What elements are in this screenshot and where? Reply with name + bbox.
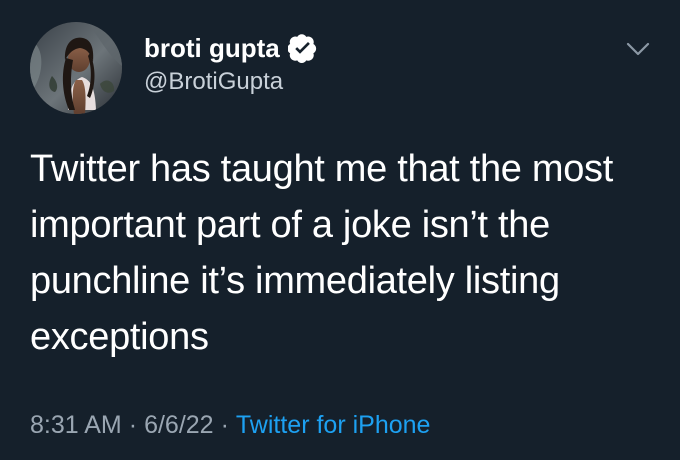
author-handle[interactable]: @BrotiGupta [144, 68, 283, 96]
verified-badge-icon [287, 33, 318, 63]
metadata-separator: · [128, 410, 138, 439]
tweet-time[interactable]: 8:31 AM [30, 411, 122, 440]
author-display-name[interactable]: broti gupta [144, 33, 280, 64]
profile-avatar[interactable] [30, 22, 122, 114]
tweet-text: Twitter has taught me that the most impo… [30, 148, 614, 358]
tweet-card[interactable]: broti gupta @BrotiGupta Twitter has taug… [0, 0, 680, 460]
chevron-down-icon [626, 42, 650, 56]
tweet-more-menu-button[interactable] [616, 32, 660, 66]
tweet-metadata: 8:31 AM · 6/6/22 · Twitter for iPhone [30, 405, 430, 445]
tweet-date[interactable]: 6/6/22 [144, 411, 214, 440]
author-name-row: broti gupta [144, 30, 318, 66]
tweet-source-link[interactable]: Twitter for iPhone [236, 411, 431, 440]
metadata-separator: · [220, 410, 229, 439]
